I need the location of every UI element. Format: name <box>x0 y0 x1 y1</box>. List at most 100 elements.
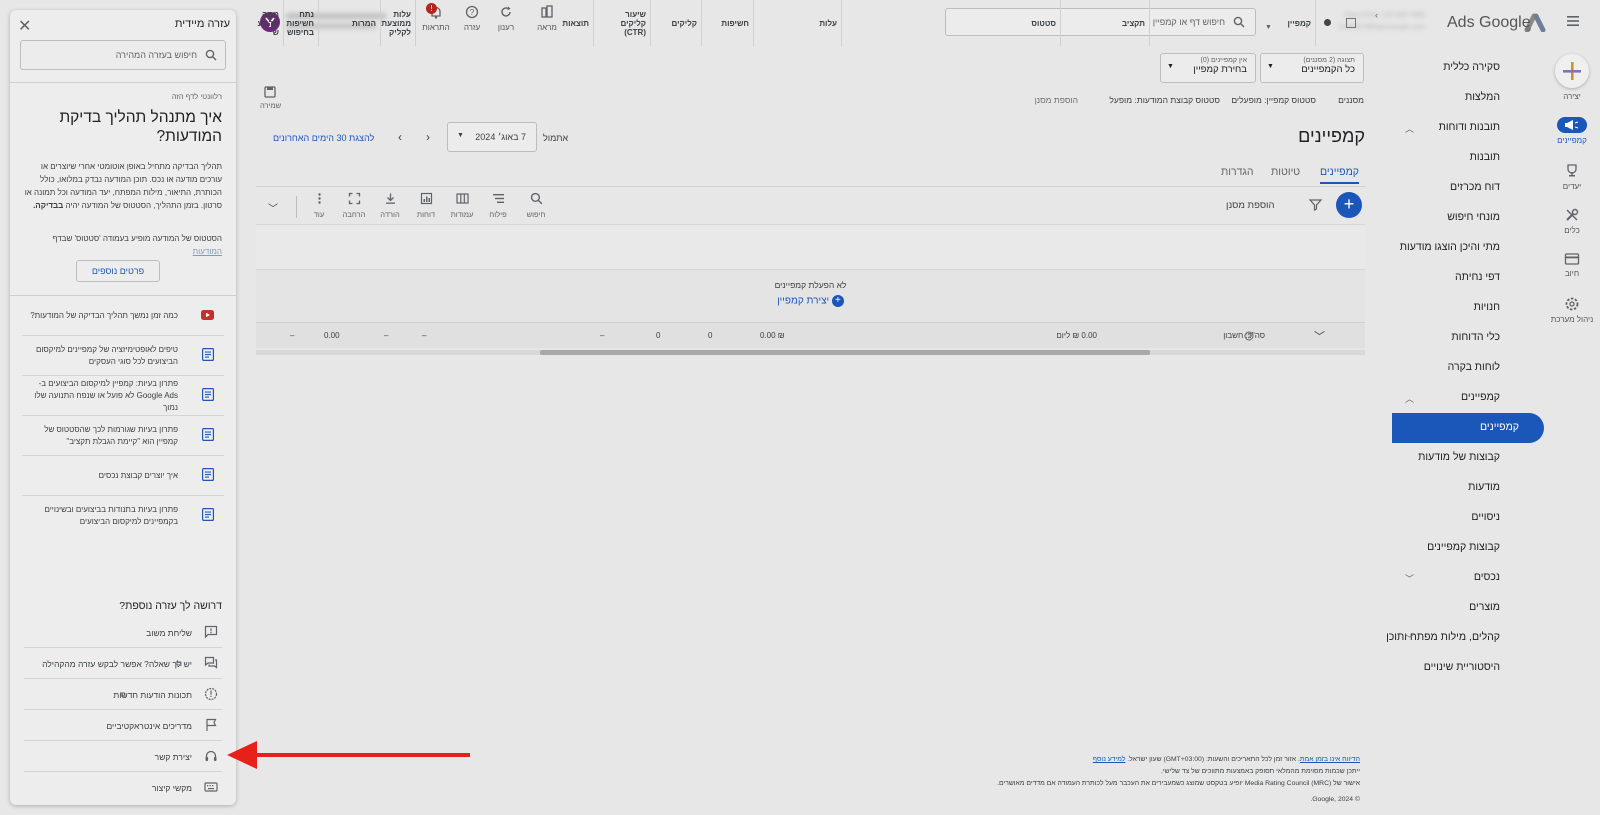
interactive-guides-item[interactable]: מדריכים אינטראקטיביים <box>24 711 222 741</box>
col-conversions[interactable]: המרות <box>319 0 381 46</box>
chevron-down-icon[interactable]: ﹀ <box>1405 632 1414 645</box>
filter-campaign-status[interactable]: סטטוס קמפיין: מופעלים <box>1231 95 1316 105</box>
nav-audiences-keywords[interactable]: קהלים, מילות מפתח ותוכן <box>1386 631 1500 643</box>
article-icon <box>202 427 215 444</box>
nav-ad-groups[interactable]: קבוצות של מודעות <box>1418 451 1500 463</box>
whats-new-item[interactable]: תכונות הודעות חדשות ⧉ <box>24 680 222 710</box>
nav-recommendations[interactable]: המלצות <box>1465 91 1500 103</box>
rail-tools[interactable]: כלים <box>1548 207 1596 235</box>
menu-icon[interactable] <box>1565 13 1581 29</box>
contact-us-item[interactable]: יצירת קשר <box>24 742 222 772</box>
help-status-link[interactable]: המודעות <box>193 247 222 256</box>
chevron-left-icon[interactable]: ‹ <box>398 130 402 144</box>
add-filter-toolbar[interactable]: הוספת מסנן <box>1226 200 1275 211</box>
list-item[interactable]: פתרון בעיות: קמפיין למיקסום הביצועים ב-G… <box>22 376 224 416</box>
nav-ads[interactable]: מודעות <box>1468 481 1500 493</box>
chevron-up-icon[interactable]: ︿ <box>1405 122 1414 135</box>
status-dot-icon <box>1324 19 1331 26</box>
keyboard-shortcuts-item[interactable]: מקשי קיצור <box>24 773 222 803</box>
rail-create[interactable]: יצירה <box>1548 54 1596 101</box>
new-campaign-button[interactable]: + <box>1336 192 1362 218</box>
expand-row-icon[interactable]: ﹀ <box>1314 328 1325 344</box>
community-item[interactable]: יש לך שאלה? אפשר לבקש עזרה מהקהילה ⧉ <box>24 649 222 679</box>
nav-insights[interactable]: תובנות <box>1470 151 1500 163</box>
list-item[interactable]: פתרון בעיות בתנודות בביצועים ובשינויים ב… <box>22 496 224 536</box>
col-impressions[interactable]: חשיפות <box>702 0 754 46</box>
campaign-selector[interactable]: אין קמפיינים (0) בחירת קמפיין ▼ <box>1160 53 1256 83</box>
nav-campaigns-group[interactable]: קמפיינים <box>1461 391 1500 403</box>
nav-where-when-ads-shown[interactable]: מתי והיכן הוצגו מודעות <box>1400 241 1500 253</box>
toolbar-reports[interactable]: דוחות <box>409 192 443 219</box>
nav-campaign-groups[interactable]: קבוצות קמפיינים <box>1427 541 1500 553</box>
rail-create-label: יצירה <box>1563 92 1581 101</box>
col-status[interactable]: סטטוס <box>842 0 1061 46</box>
tab-campaigns[interactable]: קמפיינים <box>1320 166 1359 184</box>
rail-billing[interactable]: חיוב <box>1548 252 1596 278</box>
list-item[interactable]: פתרון בעיות שגורמות לכך שהסטטוס של קמפיי… <box>22 416 224 456</box>
save-button[interactable]: שמירה <box>260 85 281 110</box>
list-item[interactable]: כמה זמן נמשך תהליך הבדיקה של המודעות? <box>22 296 224 336</box>
nav-insights-reports[interactable]: תובנות ודוחות <box>1439 121 1500 133</box>
view-selector[interactable]: תצוגה (2 מסננים) כל הקמפיינים ▼ <box>1260 53 1364 83</box>
brand-name[interactable]: Ads Google <box>1447 14 1531 32</box>
footer-learn-more-link[interactable]: למידע נוסף <box>1093 756 1126 763</box>
tab-settings[interactable]: הגדרות <box>1221 166 1254 178</box>
col-clicks[interactable]: קליקים <box>651 0 702 46</box>
add-filter-link[interactable]: הוספת מסנן <box>1035 95 1078 105</box>
nav-assets[interactable]: נכסים <box>1474 571 1500 583</box>
toolbar-download[interactable]: הורדה <box>373 192 407 219</box>
chevron-right-icon[interactable]: › <box>426 130 430 144</box>
send-feedback-item[interactable]: שליחת משוב <box>24 618 222 648</box>
info-circle-icon[interactable]: ? <box>1244 330 1254 344</box>
col-ctr[interactable]: שיעור קליקים (CTR) <box>594 0 651 46</box>
filter-adgroup-status[interactable]: סטטוס קבוצת המודעות: מופעל <box>1109 95 1220 105</box>
col-results[interactable]: תוצאות <box>416 0 594 46</box>
nav-report-editor[interactable]: כלי הדוחות <box>1451 331 1500 343</box>
toolbar-expand[interactable]: הרחבה <box>337 192 371 219</box>
col-budget[interactable]: תקציב <box>1061 0 1150 46</box>
date-picker[interactable]: 7 באוג׳ 2024 ▼ <box>447 122 537 152</box>
select-all-checkbox[interactable] <box>1345 18 1356 28</box>
toolbar-segment[interactable]: פילוח <box>481 192 515 219</box>
footer-not-realtime-link[interactable]: הדיווח אינו בזמן אמת <box>1300 756 1360 763</box>
nav-campaigns-active[interactable]: קמפיינים <box>1392 413 1544 443</box>
article-icon <box>202 387 215 404</box>
list-item[interactable]: טיפים לאופטימיזציה של קמפיינים למיקסום ה… <box>22 336 224 376</box>
nav-experiments[interactable]: ניסויים <box>1471 511 1500 523</box>
help-search-input[interactable]: חיפוש בעזרה המהירה <box>20 40 226 70</box>
create-campaign-link[interactable]: + יצירת קמפיין <box>256 295 1365 307</box>
nav-stores[interactable]: חנויות <box>1474 301 1500 313</box>
tab-drafts[interactable]: טיוטות <box>1271 166 1300 178</box>
filter-icon[interactable] <box>1308 198 1323 214</box>
nav-products[interactable]: מוצרים <box>1469 601 1500 613</box>
nav-landing-pages[interactable]: דפי נחיתה <box>1455 271 1500 283</box>
chevron-down-icon[interactable]: ﹀ <box>268 200 278 215</box>
more-details-button[interactable]: פרטים נוספים <box>76 260 160 282</box>
plus-icon <box>1555 54 1589 88</box>
close-icon[interactable]: ✕ <box>18 16 31 36</box>
toolbar-search[interactable]: חיפוש <box>519 192 553 219</box>
select-all-checkbox-cell <box>1324 0 1365 46</box>
compare-last-30-link[interactable]: להצגת 30 הימים האחרונים <box>273 133 374 143</box>
chevron-down-icon[interactable]: ﹀ <box>1405 572 1414 585</box>
col-truncated[interactable]: ממה ההתע ש <box>256 0 284 46</box>
chevron-left-icon[interactable]: ‹ <box>1375 10 1378 20</box>
toolbar-columns[interactable]: עמודות <box>445 192 479 219</box>
chevron-up-icon[interactable]: ︿ <box>1405 392 1414 405</box>
col-campaign[interactable]: קמפיין <box>1150 0 1316 46</box>
col-search-impr-share[interactable]: נתח חשיפות בחיפוש <box>284 0 319 46</box>
col-avg-cpc[interactable]: עלות ממוצעת לקליק <box>381 0 416 46</box>
col-cost[interactable]: עלות <box>754 0 842 46</box>
nav-overview[interactable]: סקירה כללית <box>1443 61 1500 73</box>
nav-auction-report[interactable]: דוח מכרזים <box>1450 181 1500 193</box>
rail-admin[interactable]: ניהול מערכת <box>1548 296 1596 324</box>
list-item[interactable]: איך יוצרים קבוצת נכסים <box>22 456 224 496</box>
nav-change-history[interactable]: היסטוריית שינויים <box>1424 661 1500 673</box>
nav-search-terms[interactable]: מונחי חיפוש <box>1447 211 1500 223</box>
toolbar-more[interactable]: עוד <box>302 192 336 219</box>
nav-dashboards[interactable]: לוחות בקרה <box>1448 361 1500 373</box>
rail-campaigns[interactable]: קמפיינים <box>1548 117 1596 145</box>
horizontal-scrollbar[interactable] <box>540 350 1150 355</box>
rail-goals[interactable]: יעדים <box>1548 163 1596 191</box>
more-vert-icon <box>317 193 321 204</box>
